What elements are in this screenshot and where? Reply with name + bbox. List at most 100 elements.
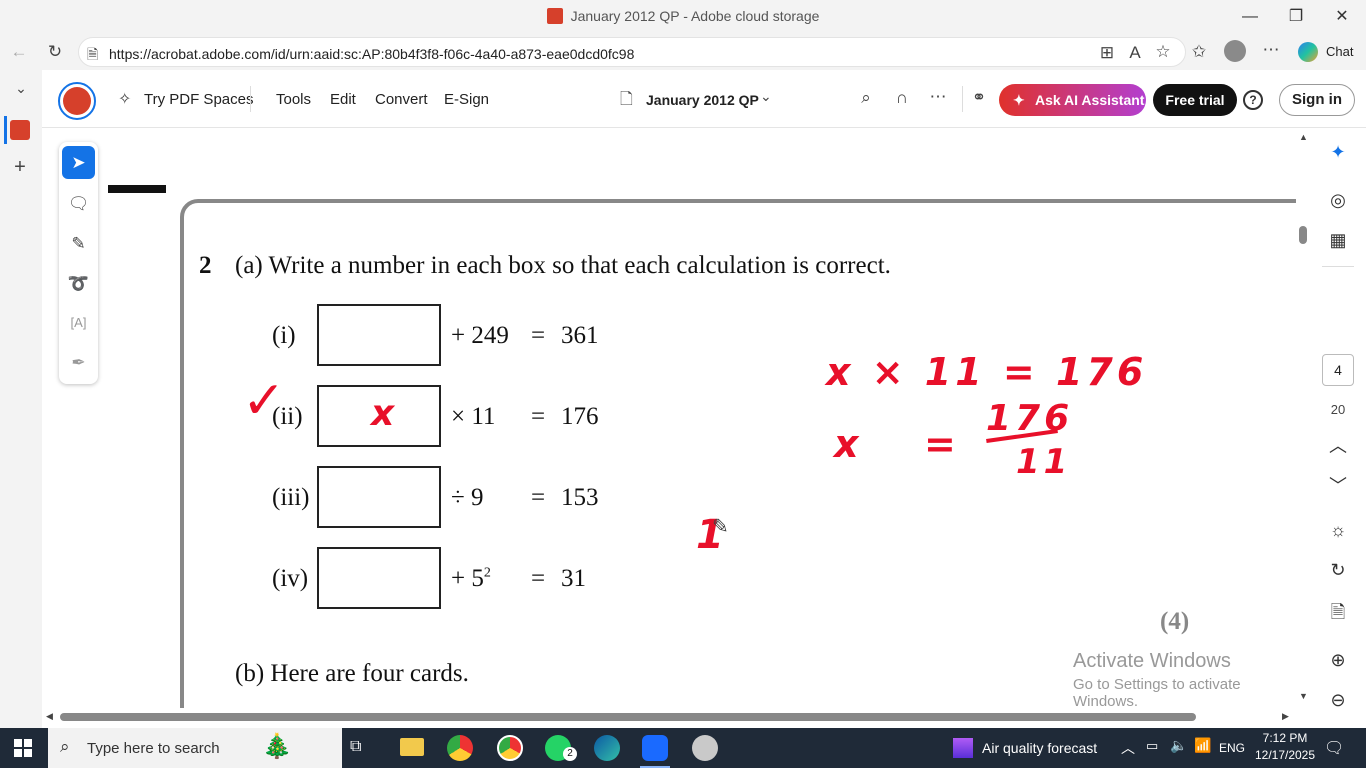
pdf-viewer[interactable]: 2 (a) Write a number in each box so that… bbox=[108, 128, 1296, 708]
favorite-star-icon[interactable]: ☆ bbox=[1150, 42, 1176, 62]
restore-button[interactable]: ❐ bbox=[1276, 4, 1316, 30]
address-bar[interactable]: 🗎 https://acrobat.adobe.com/id/urn:aaid:… bbox=[78, 37, 1186, 67]
copilot-icon[interactable] bbox=[1298, 42, 1318, 62]
quick-tools-rail: ➤ 🗨 ✎ ➰ [A] ✒ bbox=[59, 142, 98, 384]
wifi-icon[interactable]: 📶 bbox=[1194, 737, 1211, 754]
vertical-scrollbar[interactable]: ▲ ▼ bbox=[1296, 128, 1310, 708]
scroll-left-arrow-icon[interactable]: ◀ bbox=[46, 711, 53, 722]
comments-panel-icon[interactable]: ◎ bbox=[1324, 190, 1352, 211]
volume-icon[interactable]: 🔈 bbox=[1170, 737, 1187, 754]
rotate-icon[interactable]: ↻ bbox=[1324, 560, 1352, 581]
scroll-up-arrow-icon[interactable]: ▲ bbox=[1299, 132, 1308, 142]
acrobat-header: ✧ Try PDF Spaces Tools Edit Convert E-Si… bbox=[42, 70, 1366, 128]
more-options-icon[interactable]: ⋯ bbox=[925, 87, 951, 107]
acrobat-tab-icon[interactable] bbox=[10, 120, 30, 140]
chevron-down-icon[interactable]: ⌄ bbox=[760, 88, 772, 105]
read-aloud-icon[interactable]: A bbox=[1122, 43, 1148, 63]
app-available-icon[interactable]: ⊞ bbox=[1094, 43, 1120, 63]
battery-icon[interactable]: ▭ bbox=[1146, 738, 1158, 754]
zoom-app-icon[interactable] bbox=[642, 735, 668, 761]
minimize-button[interactable]: — bbox=[1230, 4, 1270, 30]
favorites-icon[interactable]: ✩ bbox=[1186, 42, 1212, 62]
draw-freehand-icon[interactable]: ➰ bbox=[62, 267, 95, 300]
add-icon[interactable]: + bbox=[7, 156, 33, 179]
extract-page-icon[interactable]: 🗎 bbox=[1324, 600, 1352, 630]
answer-box[interactable]: x bbox=[317, 385, 441, 447]
current-page-field[interactable]: 4 bbox=[1322, 354, 1354, 386]
task-view-icon[interactable]: ⧉ bbox=[350, 738, 361, 756]
document-title[interactable]: January 2012 QP bbox=[646, 92, 759, 108]
share-link-icon[interactable]: ⚭ bbox=[966, 88, 992, 108]
close-button[interactable]: ✕ bbox=[1322, 4, 1362, 30]
clock-date[interactable]: 12/17/2025 bbox=[1253, 748, 1317, 762]
answer-box[interactable] bbox=[317, 304, 441, 366]
windows-start-icon[interactable] bbox=[14, 739, 32, 757]
nav-edit[interactable]: Edit bbox=[330, 91, 356, 108]
site-info-icon[interactable]: 🗎 bbox=[87, 44, 98, 68]
ai-summary-icon[interactable]: ✦ bbox=[1324, 142, 1352, 163]
try-pdf-spaces-link[interactable]: Try PDF Spaces bbox=[144, 91, 253, 108]
chrome-profile-icon[interactable] bbox=[497, 735, 523, 761]
zoom-in-icon[interactable]: ⊕ bbox=[1324, 650, 1352, 671]
notifications-icon[interactable]: 🗨 bbox=[1324, 738, 1344, 758]
chevron-down-icon[interactable]: ⌄ bbox=[8, 80, 34, 97]
headphones-icon[interactable]: ∩ bbox=[889, 88, 915, 108]
holiday-ornaments-icon[interactable]: 🎄 bbox=[262, 732, 292, 761]
free-trial-button[interactable]: Free trial bbox=[1153, 84, 1237, 116]
back-icon[interactable]: ← bbox=[6, 42, 32, 62]
dark-mode-icon[interactable]: ☼ bbox=[1324, 520, 1352, 541]
nav-tools[interactable]: Tools bbox=[276, 91, 311, 108]
answer-box[interactable] bbox=[317, 466, 441, 528]
zoom-out-icon[interactable]: ⊖ bbox=[1324, 690, 1352, 711]
answer-box[interactable] bbox=[317, 547, 441, 609]
row-equals: = bbox=[531, 565, 546, 592]
scroll-down-arrow-icon[interactable]: ▼ bbox=[1299, 691, 1308, 701]
row-result: 153 bbox=[561, 484, 599, 511]
paint-app-icon[interactable] bbox=[692, 735, 718, 761]
row-label: (iv) bbox=[272, 565, 309, 592]
nav-esign[interactable]: E-Sign bbox=[444, 91, 489, 108]
air-quality-icon[interactable] bbox=[953, 738, 973, 758]
sign-in-button[interactable]: Sign in bbox=[1279, 84, 1355, 116]
scroll-right-arrow-icon[interactable]: ▶ bbox=[1282, 711, 1289, 722]
profile-avatar[interactable] bbox=[1224, 40, 1246, 62]
scroll-thumb[interactable] bbox=[1299, 226, 1307, 244]
chat-label[interactable]: Chat bbox=[1326, 44, 1353, 59]
refresh-icon[interactable]: ↻ bbox=[42, 42, 68, 62]
previous-page-icon[interactable]: ︿ bbox=[1324, 432, 1352, 458]
select-cursor-icon[interactable]: ➤ bbox=[62, 146, 95, 179]
activate-windows-title: Activate Windows bbox=[1073, 650, 1231, 672]
acrobat-logo[interactable] bbox=[58, 82, 96, 120]
clock-time[interactable]: 7:12 PM bbox=[1253, 731, 1317, 745]
search-placeholder: Type here to search bbox=[87, 740, 220, 757]
taskbar-search[interactable]: ⌕ Type here to search bbox=[48, 728, 342, 768]
sign-icon[interactable]: ✒ bbox=[62, 346, 95, 379]
help-icon[interactable]: ? bbox=[1243, 90, 1263, 110]
weather-text[interactable]: Air quality forecast bbox=[982, 740, 1097, 756]
next-page-icon[interactable]: ﹀ bbox=[1324, 472, 1352, 498]
ask-ai-assistant-button[interactable]: ✦ Ask AI Assistant bbox=[999, 84, 1146, 116]
nav-convert[interactable]: Convert bbox=[375, 91, 428, 108]
add-text-icon[interactable]: [A] bbox=[62, 306, 95, 339]
more-menu-icon[interactable]: ⋯ bbox=[1258, 40, 1284, 60]
window-title: January 2012 QP - Adobe cloud storage bbox=[0, 8, 1366, 24]
comment-icon[interactable]: 🗨 bbox=[62, 187, 95, 220]
pdf-icon bbox=[546, 8, 563, 24]
highlight-pen-icon[interactable]: ✎ bbox=[62, 227, 95, 260]
url-text[interactable]: https://acrobat.adobe.com/id/urn:aaid:sc… bbox=[109, 46, 634, 62]
horizontal-scrollbar[interactable]: ◀ ▶ bbox=[42, 708, 1296, 726]
handwritten-checkmark: ✓ bbox=[242, 371, 286, 431]
chevron-up-icon[interactable]: ︿ bbox=[1121, 738, 1135, 758]
file-explorer-icon[interactable] bbox=[400, 738, 424, 756]
handwritten-denominator: 11 bbox=[1016, 442, 1072, 482]
edge-icon[interactable] bbox=[594, 735, 620, 761]
thumbnails-grid-icon[interactable]: ▦ bbox=[1324, 230, 1352, 251]
chrome-icon[interactable] bbox=[447, 735, 473, 761]
total-pages: 20 bbox=[1330, 402, 1346, 417]
language-indicator[interactable]: ENG bbox=[1219, 741, 1245, 755]
page-bar bbox=[108, 185, 166, 193]
search-icon[interactable]: ⌕ bbox=[853, 88, 879, 108]
scroll-thumb[interactable] bbox=[60, 713, 1196, 721]
active-tab-indicator bbox=[4, 116, 7, 144]
handwritten-equals: = bbox=[924, 422, 956, 466]
